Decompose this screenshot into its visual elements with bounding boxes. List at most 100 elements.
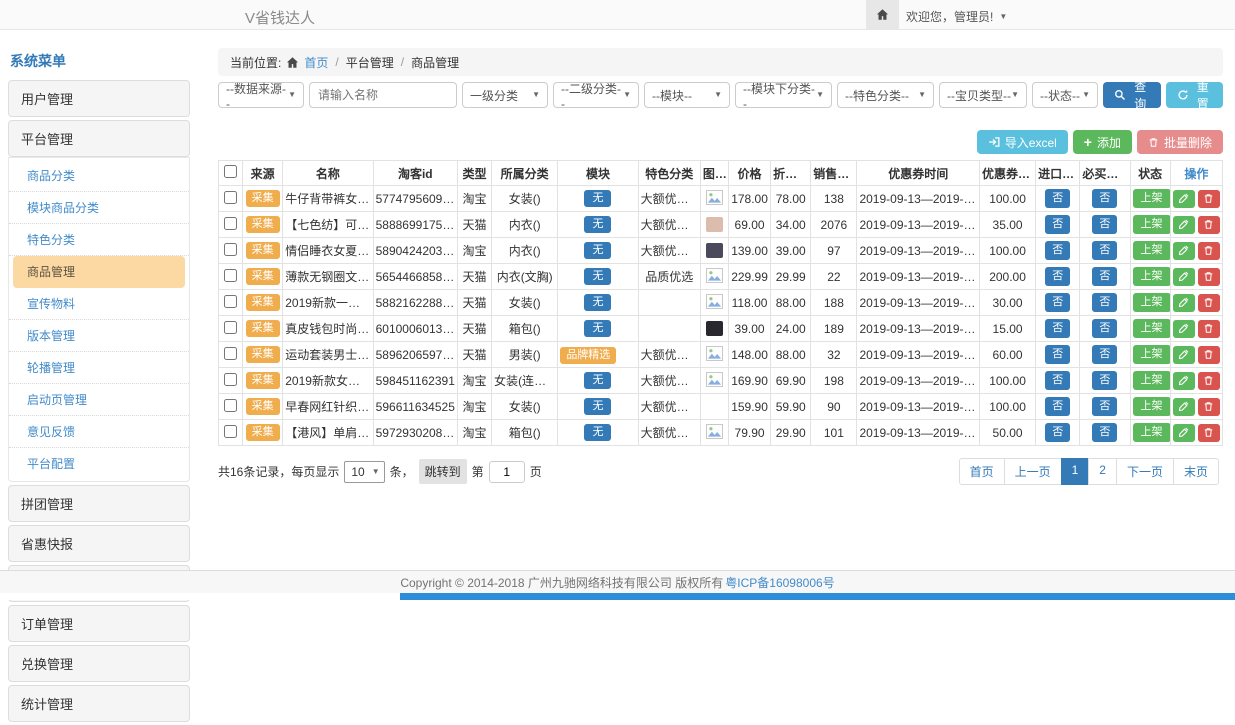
status-button[interactable]: 上架 bbox=[1133, 345, 1171, 364]
sidebar-item[interactable]: 启动页管理 bbox=[9, 384, 189, 416]
sidebar-group[interactable]: 订单管理 bbox=[8, 605, 190, 642]
per-page-select[interactable]: 10 ▼ bbox=[344, 461, 384, 483]
filter-select-module-subcategory[interactable]: --模块下分类--▼ bbox=[735, 82, 832, 108]
delete-button[interactable] bbox=[1198, 346, 1220, 364]
sidebar-group[interactable]: 平台管理 bbox=[8, 120, 190, 157]
must-buy-toggle-button[interactable]: 否 bbox=[1092, 241, 1117, 260]
sidebar-item[interactable]: 模块商品分类 bbox=[9, 192, 189, 224]
status-button[interactable]: 上架 bbox=[1133, 397, 1171, 416]
must-buy-toggle-button[interactable]: 否 bbox=[1092, 293, 1117, 312]
must-buy-toggle-button[interactable]: 否 bbox=[1092, 319, 1117, 338]
imported-toggle-button[interactable]: 否 bbox=[1045, 189, 1070, 208]
row-checkbox[interactable] bbox=[224, 373, 237, 386]
page-button[interactable]: 上一页 bbox=[1004, 458, 1062, 485]
edit-button[interactable] bbox=[1173, 320, 1195, 338]
status-button[interactable]: 上架 bbox=[1133, 241, 1171, 260]
imported-toggle-button[interactable]: 否 bbox=[1045, 397, 1070, 416]
imported-toggle-button[interactable]: 否 bbox=[1045, 267, 1070, 286]
status-button[interactable]: 上架 bbox=[1133, 215, 1171, 234]
sidebar-group[interactable]: 兑换管理 bbox=[8, 645, 190, 682]
filter-select-level1-category[interactable]: 一级分类▼ bbox=[462, 82, 548, 108]
edit-button[interactable] bbox=[1173, 190, 1195, 208]
edit-button[interactable] bbox=[1173, 242, 1195, 260]
row-checkbox[interactable] bbox=[224, 347, 237, 360]
imported-toggle-button[interactable]: 否 bbox=[1045, 215, 1070, 234]
filter-select-data-source[interactable]: --数据来源--▼ bbox=[218, 82, 304, 108]
edit-button[interactable] bbox=[1173, 424, 1195, 442]
breadcrumb-home-link[interactable]: 首页 bbox=[304, 54, 328, 71]
batch-delete-button[interactable]: 批量删除 bbox=[1137, 130, 1223, 154]
reset-button[interactable]: 重置 bbox=[1166, 82, 1224, 108]
sidebar-item[interactable]: 商品分类 bbox=[9, 160, 189, 192]
page-button[interactable]: 首页 bbox=[959, 458, 1005, 485]
name-search-input[interactable] bbox=[309, 82, 457, 108]
status-button[interactable]: 上架 bbox=[1133, 371, 1171, 390]
imported-toggle-button[interactable]: 否 bbox=[1045, 371, 1070, 390]
row-checkbox[interactable] bbox=[224, 191, 237, 204]
row-checkbox[interactable] bbox=[224, 321, 237, 334]
imported-toggle-button[interactable]: 否 bbox=[1045, 293, 1070, 312]
sidebar-group[interactable]: 用户管理 bbox=[8, 80, 190, 117]
row-checkbox[interactable] bbox=[224, 243, 237, 256]
filter-select-level2-category[interactable]: --二级分类--▼ bbox=[553, 82, 639, 108]
edit-button[interactable] bbox=[1173, 268, 1195, 286]
imported-toggle-button[interactable]: 否 bbox=[1045, 423, 1070, 442]
delete-button[interactable] bbox=[1198, 294, 1220, 312]
delete-button[interactable] bbox=[1198, 424, 1220, 442]
delete-button[interactable] bbox=[1198, 398, 1220, 416]
must-buy-toggle-button[interactable]: 否 bbox=[1092, 371, 1117, 390]
sidebar-group[interactable]: 省惠快报 bbox=[8, 525, 190, 562]
status-button[interactable]: 上架 bbox=[1133, 189, 1171, 208]
filter-select-item-type[interactable]: --宝贝类型--▼ bbox=[939, 82, 1027, 108]
row-checkbox[interactable] bbox=[224, 295, 237, 308]
must-buy-toggle-button[interactable]: 否 bbox=[1092, 397, 1117, 416]
filter-select-status[interactable]: --状态--▼ bbox=[1032, 82, 1098, 108]
imported-toggle-button[interactable]: 否 bbox=[1045, 319, 1070, 338]
delete-button[interactable] bbox=[1198, 372, 1220, 390]
must-buy-toggle-button[interactable]: 否 bbox=[1092, 267, 1117, 286]
filter-select-module[interactable]: --模块--▼ bbox=[644, 82, 730, 108]
jump-button[interactable]: 跳转到 bbox=[419, 459, 467, 484]
user-menu[interactable]: 欢迎您，管理员! ▼ bbox=[906, 8, 1007, 25]
page-input[interactable] bbox=[489, 461, 525, 483]
sidebar-group[interactable]: 统计管理 bbox=[8, 685, 190, 722]
row-checkbox[interactable] bbox=[224, 425, 237, 438]
delete-button[interactable] bbox=[1198, 190, 1220, 208]
must-buy-toggle-button[interactable]: 否 bbox=[1092, 345, 1117, 364]
imported-toggle-button[interactable]: 否 bbox=[1045, 241, 1070, 260]
select-all-checkbox[interactable] bbox=[224, 165, 237, 178]
must-buy-toggle-button[interactable]: 否 bbox=[1092, 215, 1117, 234]
sidebar-item[interactable]: 商品管理 bbox=[13, 256, 185, 288]
page-button[interactable]: 下一页 bbox=[1116, 458, 1174, 485]
page-button[interactable]: 1 bbox=[1061, 458, 1090, 485]
query-button[interactable]: 查询 bbox=[1103, 82, 1161, 108]
status-button[interactable]: 上架 bbox=[1133, 293, 1171, 312]
sidebar-group[interactable]: 拼团管理 bbox=[8, 485, 190, 522]
page-button[interactable]: 末页 bbox=[1173, 458, 1219, 485]
row-checkbox[interactable] bbox=[224, 217, 237, 230]
import-excel-button[interactable]: 导入excel bbox=[977, 130, 1068, 154]
sidebar-item[interactable]: 版本管理 bbox=[9, 320, 189, 352]
sidebar-item[interactable]: 意见反馈 bbox=[9, 416, 189, 448]
delete-button[interactable] bbox=[1198, 216, 1220, 234]
home-button[interactable] bbox=[866, 0, 899, 29]
delete-button[interactable] bbox=[1198, 242, 1220, 260]
sidebar-item[interactable]: 特色分类 bbox=[9, 224, 189, 256]
delete-button[interactable] bbox=[1198, 320, 1220, 338]
sidebar-item[interactable]: 平台配置 bbox=[9, 448, 189, 479]
edit-button[interactable] bbox=[1173, 372, 1195, 390]
must-buy-toggle-button[interactable]: 否 bbox=[1092, 423, 1117, 442]
imported-toggle-button[interactable]: 否 bbox=[1045, 345, 1070, 364]
edit-button[interactable] bbox=[1173, 294, 1195, 312]
edit-button[interactable] bbox=[1173, 398, 1195, 416]
edit-button[interactable] bbox=[1173, 346, 1195, 364]
sidebar-item[interactable]: 宣传物料 bbox=[9, 288, 189, 320]
status-button[interactable]: 上架 bbox=[1133, 267, 1171, 286]
add-button[interactable]: + 添加 bbox=[1073, 130, 1132, 154]
sidebar-item[interactable]: 轮播管理 bbox=[9, 352, 189, 384]
filter-select-feature-category[interactable]: --特色分类--▼ bbox=[837, 82, 934, 108]
must-buy-toggle-button[interactable]: 否 bbox=[1092, 189, 1117, 208]
icp-link[interactable]: 粤ICP备16098006号 bbox=[725, 574, 834, 591]
status-button[interactable]: 上架 bbox=[1133, 319, 1171, 338]
page-button[interactable]: 2 bbox=[1088, 458, 1117, 485]
